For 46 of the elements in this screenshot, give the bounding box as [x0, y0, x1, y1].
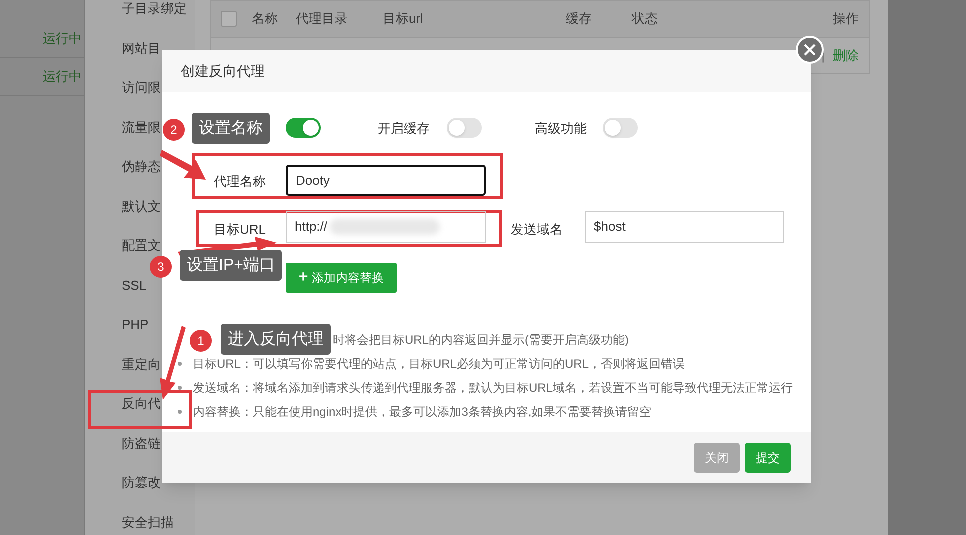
callout-label: 设置名称 — [192, 113, 270, 144]
dialog-title: 创建反向代理 — [162, 50, 811, 92]
toggle-switch[interactable] — [603, 118, 638, 138]
column-header: 代理目录 — [296, 11, 348, 26]
callout-label: 设置IP+端口 — [180, 250, 282, 281]
toggle-switch[interactable] — [447, 118, 482, 138]
sidebar-item[interactable]: 防篡改 — [122, 473, 161, 492]
close-icon — [804, 44, 816, 56]
toggle-label: 开启缓存 — [378, 120, 430, 138]
field-label: 目标URL — [212, 221, 266, 239]
column-header: 名称 — [252, 11, 278, 26]
field-label: 发送域名 — [511, 221, 563, 239]
sidebar-item[interactable]: 流量限 — [122, 118, 161, 137]
sidebar-item[interactable]: PHP — [122, 315, 149, 334]
sidebar-item[interactable]: 安全扫描 — [122, 512, 174, 532]
callout-label: 进入反向代理 — [221, 324, 331, 355]
column-header: 缓存 — [566, 11, 592, 26]
add-replace-button[interactable]: + 添加内容替换 — [286, 263, 397, 293]
checkbox[interactable] — [221, 11, 237, 27]
field-label: 代理名称 — [213, 173, 266, 191]
input-field[interactable]: Dooty — [286, 165, 486, 196]
column-header: 状态 — [632, 11, 658, 26]
column-header: 目标url — [383, 11, 424, 26]
toggle-label: 高级功能 — [535, 120, 587, 138]
status-text: 运行中 — [43, 68, 82, 86]
input-field[interactable]: http:// — [286, 211, 486, 243]
sidebar-item[interactable]: 默认文 — [122, 196, 161, 216]
sidebar-item[interactable]: 防盗链 — [122, 434, 161, 453]
hint-text: 发送域名：将域名添加到请求头传递到代理服务器，默认为目标URL域名，若设置不当可能导致代理无法正常运行 — [193, 380, 794, 397]
sidebar-item[interactable]: 子目录绑定 — [122, 0, 187, 18]
sidebar-item[interactable]: 重定向 — [122, 354, 161, 374]
sidebar-item[interactable]: 访问限 — [122, 78, 161, 98]
hint-text: 时将会把目标URL的内容返回并显示(需要开启高级功能) — [333, 332, 629, 349]
hint-text: 目标URL：可以填写你需要代理的站点，目标URL必须为可正常访问的URL，否则将返回错误 — [193, 356, 686, 373]
hint-text: 内容替换：只能在使用nginx时提供，最多可以添加3条替换内容,如果不需要替换请留空 — [193, 404, 652, 421]
arrow-shape — [160, 150, 206, 180]
sidebar-item[interactable]: 反向代 — [122, 394, 161, 414]
submit-button[interactable]: 提交 — [745, 442, 791, 472]
sidebar-item[interactable]: 伪静态 — [122, 157, 161, 176]
sidebar-item[interactable]: 网站目 — [122, 38, 161, 58]
input-field[interactable]: $host — [585, 211, 784, 243]
status-text: 运行中 — [43, 30, 82, 48]
sidebar-item[interactable]: SSL — [122, 276, 147, 295]
column-header: 操作 — [833, 11, 859, 26]
toggle-switch[interactable] — [286, 118, 321, 138]
sidebar-item[interactable]: 配置文 — [122, 236, 161, 256]
